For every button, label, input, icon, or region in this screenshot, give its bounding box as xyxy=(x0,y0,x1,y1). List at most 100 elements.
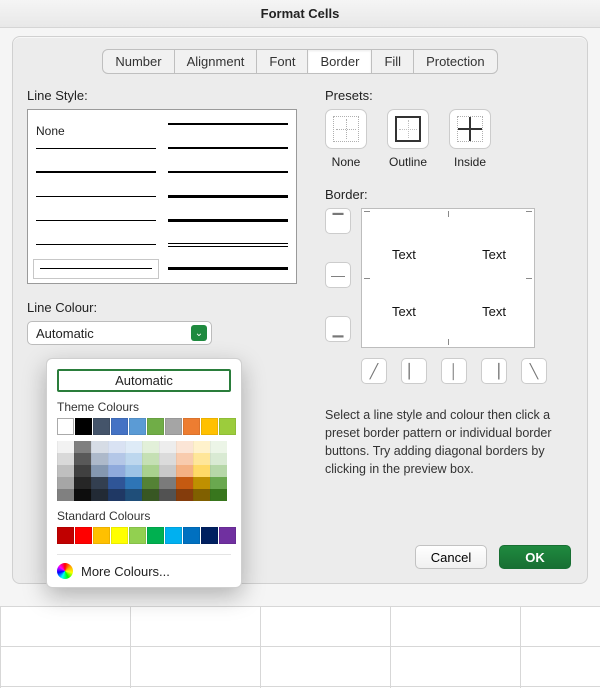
theme-shade-swatch[interactable] xyxy=(210,477,227,489)
line-style-thin[interactable] xyxy=(36,244,156,245)
theme-shade-swatch[interactable] xyxy=(108,489,125,501)
theme-shade-swatch[interactable] xyxy=(176,477,193,489)
theme-shade-swatch[interactable] xyxy=(176,489,193,501)
theme-colour-swatch[interactable] xyxy=(57,418,74,435)
preset-none-button[interactable] xyxy=(325,109,367,149)
line-style-xthick[interactable] xyxy=(168,267,288,270)
theme-shade-swatch[interactable] xyxy=(57,489,74,501)
ok-button[interactable]: OK xyxy=(499,545,571,569)
standard-colour-swatch[interactable] xyxy=(147,527,164,544)
theme-shade-swatch[interactable] xyxy=(159,453,176,465)
theme-shade-swatch[interactable] xyxy=(193,465,210,477)
standard-colour-swatch[interactable] xyxy=(165,527,182,544)
theme-shade-swatch[interactable] xyxy=(91,453,108,465)
border-diag-down-button[interactable]: ╲ xyxy=(521,358,547,384)
theme-colour-swatch[interactable] xyxy=(201,418,218,435)
theme-shade-swatch[interactable] xyxy=(176,465,193,477)
theme-shade-swatch[interactable] xyxy=(57,477,74,489)
standard-colour-swatch[interactable] xyxy=(57,527,74,544)
theme-shade-swatch[interactable] xyxy=(57,453,74,465)
theme-shade-swatch[interactable] xyxy=(74,477,91,489)
theme-shade-swatch[interactable] xyxy=(142,453,159,465)
line-style-dotted-med[interactable] xyxy=(36,171,156,173)
theme-colour-swatch[interactable] xyxy=(93,418,110,435)
theme-colour-swatch[interactable] xyxy=(129,418,146,435)
theme-shade-swatch[interactable] xyxy=(193,489,210,501)
preset-outline-button[interactable] xyxy=(387,109,429,149)
theme-shade-swatch[interactable] xyxy=(74,441,91,453)
line-style-thick[interactable] xyxy=(168,219,288,222)
border-diag-up-button[interactable]: ╱ xyxy=(361,358,387,384)
theme-colour-swatch[interactable] xyxy=(75,418,92,435)
theme-shade-swatch[interactable] xyxy=(74,453,91,465)
theme-shade-swatch[interactable] xyxy=(108,453,125,465)
border-right-button[interactable]: ▕ xyxy=(481,358,507,384)
line-style-picker[interactable]: None xyxy=(27,109,297,284)
theme-colour-swatch[interactable] xyxy=(219,418,236,435)
line-style-dashed[interactable] xyxy=(36,196,156,197)
theme-shade-swatch[interactable] xyxy=(176,441,193,453)
theme-shade-swatch[interactable] xyxy=(176,453,193,465)
line-colour-dropdown[interactable]: Automatic ⌄ xyxy=(27,321,212,345)
theme-shade-swatch[interactable] xyxy=(108,465,125,477)
theme-colour-swatch[interactable] xyxy=(111,418,128,435)
theme-shade-swatch[interactable] xyxy=(74,489,91,501)
border-horizontal-button[interactable]: ― xyxy=(325,262,351,288)
theme-colour-swatch[interactable] xyxy=(165,418,182,435)
tab-font[interactable]: Font xyxy=(256,50,307,73)
border-left-button[interactable]: ▏ xyxy=(401,358,427,384)
line-style-dashed-med[interactable] xyxy=(168,171,288,173)
tab-number[interactable]: Number xyxy=(103,50,173,73)
standard-colour-swatch[interactable] xyxy=(219,527,236,544)
theme-shade-swatch[interactable] xyxy=(142,441,159,453)
tab-alignment[interactable]: Alignment xyxy=(174,50,257,73)
theme-shade-swatch[interactable] xyxy=(210,489,227,501)
tab-border[interactable]: Border xyxy=(307,50,371,73)
more-colours-button[interactable]: More Colours... xyxy=(57,554,231,579)
border-top-button[interactable]: ▔ xyxy=(325,208,351,234)
theme-shade-swatch[interactable] xyxy=(125,465,142,477)
theme-shade-swatch[interactable] xyxy=(125,453,142,465)
theme-shade-swatch[interactable] xyxy=(159,489,176,501)
theme-shade-swatch[interactable] xyxy=(142,477,159,489)
theme-shade-swatch[interactable] xyxy=(125,489,142,501)
theme-shade-swatch[interactable] xyxy=(91,441,108,453)
border-vertical-button[interactable]: │ xyxy=(441,358,467,384)
standard-colour-swatch[interactable] xyxy=(93,527,110,544)
theme-shade-swatch[interactable] xyxy=(210,465,227,477)
theme-shade-swatch[interactable] xyxy=(125,477,142,489)
theme-shade-swatch[interactable] xyxy=(159,465,176,477)
theme-shade-swatch[interactable] xyxy=(108,441,125,453)
border-bottom-button[interactable]: ▁ xyxy=(325,316,351,342)
theme-shade-swatch[interactable] xyxy=(91,465,108,477)
line-style-medium[interactable] xyxy=(168,147,288,149)
theme-shade-swatch[interactable] xyxy=(142,489,159,501)
theme-shade-swatch[interactable] xyxy=(159,441,176,453)
theme-shade-swatch[interactable] xyxy=(193,453,210,465)
border-preview[interactable]: Text Text Text Text xyxy=(361,208,535,348)
theme-shade-swatch[interactable] xyxy=(142,465,159,477)
theme-colour-swatch[interactable] xyxy=(183,418,200,435)
line-style-dotted[interactable] xyxy=(36,148,156,149)
line-style-double[interactable] xyxy=(168,243,288,247)
tab-fill[interactable]: Fill xyxy=(371,50,413,73)
theme-shade-swatch[interactable] xyxy=(125,441,142,453)
tab-protection[interactable]: Protection xyxy=(413,50,497,73)
line-style-dash-dot[interactable] xyxy=(36,220,156,221)
theme-shade-swatch[interactable] xyxy=(210,453,227,465)
standard-colour-swatch[interactable] xyxy=(129,527,146,544)
theme-shade-swatch[interactable] xyxy=(193,477,210,489)
theme-shade-swatch[interactable] xyxy=(210,441,227,453)
theme-shade-swatch[interactable] xyxy=(57,465,74,477)
standard-colour-swatch[interactable] xyxy=(201,527,218,544)
theme-shade-swatch[interactable] xyxy=(108,477,125,489)
line-style-selected[interactable] xyxy=(40,268,152,269)
line-style-dashed-thick[interactable] xyxy=(168,195,288,198)
theme-shade-swatch[interactable] xyxy=(74,465,91,477)
theme-colour-swatch[interactable] xyxy=(147,418,164,435)
theme-shade-swatch[interactable] xyxy=(91,489,108,501)
standard-colour-swatch[interactable] xyxy=(183,527,200,544)
preset-inside-button[interactable] xyxy=(449,109,491,149)
theme-shade-swatch[interactable] xyxy=(159,477,176,489)
colour-automatic-button[interactable]: Automatic xyxy=(57,369,231,392)
